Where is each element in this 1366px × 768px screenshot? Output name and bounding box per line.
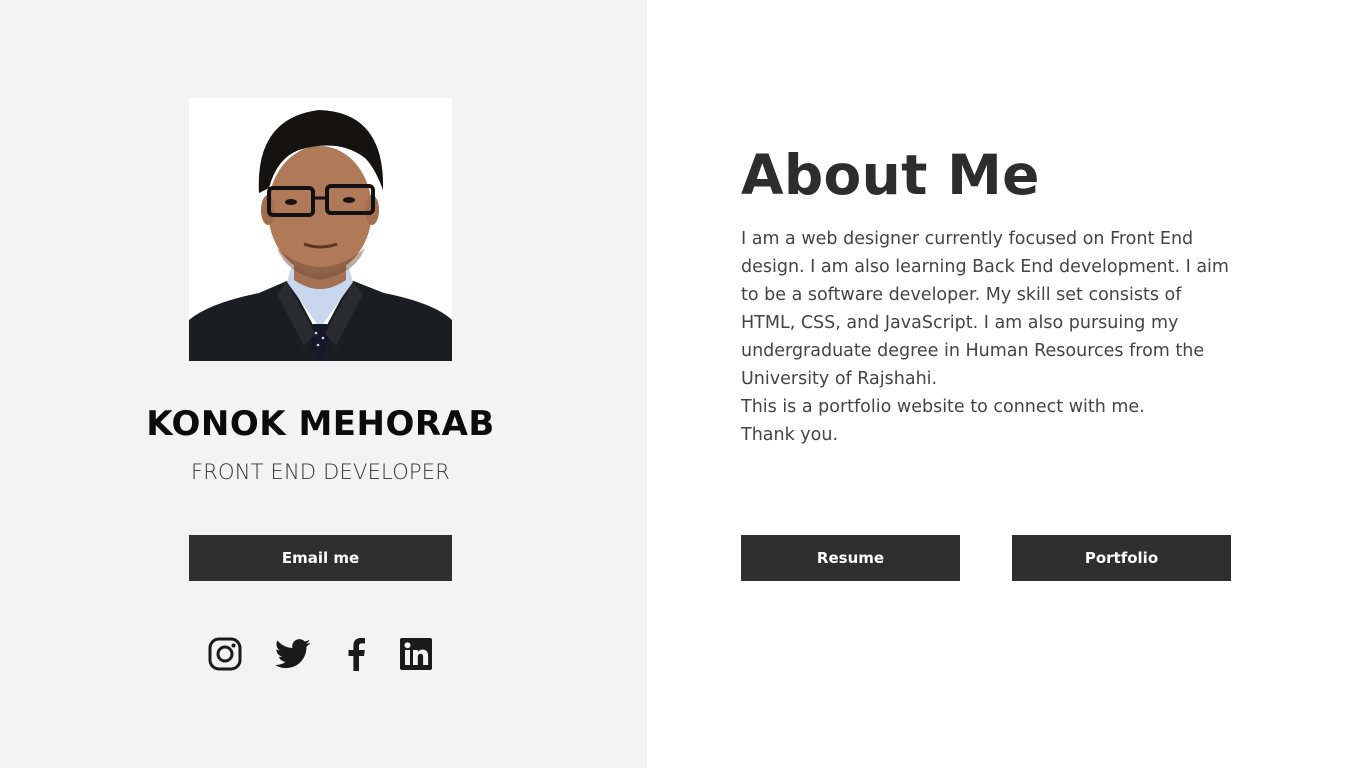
resume-button[interactable]: Resume xyxy=(741,535,960,581)
about-paragraph: I am a web designer currently focused on… xyxy=(741,229,1229,389)
linkedin-link[interactable] xyxy=(398,636,434,672)
profile-name: KONOK MEHORAB xyxy=(146,404,495,444)
about-line-thanks: Thank you. xyxy=(741,425,839,445)
profile-panel: KONOK MEHORAB FRONT END DEVELOPER Email … xyxy=(0,0,647,768)
facebook-link[interactable] xyxy=(338,636,374,672)
page: KONOK MEHORAB FRONT END DEVELOPER Email … xyxy=(0,0,1366,768)
portfolio-button[interactable]: Portfolio xyxy=(1012,535,1231,581)
linkedin-icon xyxy=(400,638,432,670)
about-title: About Me xyxy=(741,143,1040,207)
profile-photo xyxy=(189,98,452,361)
facebook-icon xyxy=(348,638,365,671)
twitter-icon xyxy=(275,639,311,669)
instagram-icon xyxy=(208,637,242,671)
social-links xyxy=(207,636,437,672)
email-me-button[interactable]: Email me xyxy=(189,535,452,581)
instagram-link[interactable] xyxy=(207,636,243,672)
about-line-portfolio: This is a portfolio website to connect w… xyxy=(741,397,1145,417)
about-text: I am a web designer currently focused on… xyxy=(741,225,1231,449)
about-panel: About Me I am a web designer currently f… xyxy=(647,0,1366,768)
twitter-link[interactable] xyxy=(275,636,311,672)
profile-role: FRONT END DEVELOPER xyxy=(190,460,451,484)
